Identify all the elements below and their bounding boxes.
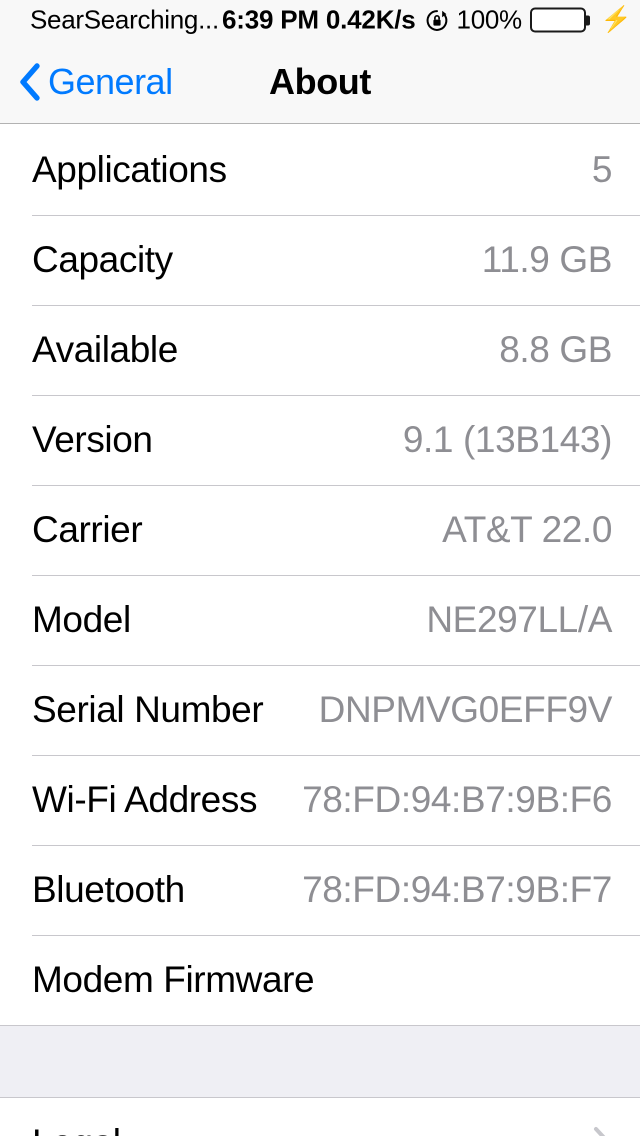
row-value: 5: [591, 149, 613, 190]
about-list: Applications 5 Capacity 11.9 GB Availabl…: [0, 125, 640, 1136]
carrier-status-label: SearSearching...: [30, 4, 219, 35]
list-item-legal[interactable]: Legal: [0, 1098, 640, 1136]
page-title: About: [269, 60, 371, 102]
row-value: 78:FD:94:B7:9B:F6: [302, 779, 612, 820]
list-item-wifi-address[interactable]: Wi-Fi Address 78:FD:94:B7:9B:F6: [0, 755, 640, 845]
settings-about-screen: SearSearching... 6:39 PM 0.42K/s 100% ⚡: [0, 0, 640, 1136]
row-label: Bluetooth: [32, 869, 185, 910]
lightning-bolt-icon: ⚡: [600, 5, 632, 34]
device-info-group: Applications 5 Capacity 11.9 GB Availabl…: [0, 125, 640, 1025]
legal-group: Legal: [0, 1098, 640, 1136]
rotation-lock-icon: [425, 8, 449, 32]
list-item-capacity[interactable]: Capacity 11.9 GB: [0, 215, 640, 305]
clock-and-network-speed-label: 6:39 PM 0.42K/s: [222, 4, 416, 35]
status-bar: SearSearching... 6:39 PM 0.42K/s 100% ⚡: [0, 0, 640, 40]
row-value: 11.9 GB: [481, 239, 613, 280]
row-label: Modem Firmware: [32, 959, 315, 1000]
list-item-modem-firmware[interactable]: Modem Firmware: [0, 935, 640, 1025]
list-item-model[interactable]: Model NE297LL/A: [0, 575, 640, 665]
battery-percentage-label: 100%: [456, 4, 523, 35]
row-label: Carrier: [32, 509, 143, 550]
list-item-carrier[interactable]: Carrier AT&T 22.0: [0, 485, 640, 575]
row-value: AT&T 22.0: [442, 509, 612, 550]
row-label: Legal: [32, 1122, 121, 1136]
row-value: 78:FD:94:B7:9B:F7: [302, 869, 612, 910]
row-label: Serial Number: [32, 689, 264, 730]
row-value: 9.1 (13B143): [402, 419, 613, 460]
row-value: DNPMVG0EFF9V: [318, 689, 613, 730]
row-label: Model: [32, 599, 131, 640]
row-label: Wi-Fi Address: [32, 779, 258, 820]
section-separator-gap: [0, 1025, 640, 1098]
list-item-version[interactable]: Version 9.1 (13B143): [0, 395, 640, 485]
row-label: Available: [32, 329, 178, 370]
row-label: Version: [32, 419, 153, 460]
row-value: NE297LL/A: [426, 599, 612, 640]
list-item-available[interactable]: Available 8.8 GB: [0, 305, 640, 395]
row-label: Applications: [32, 149, 227, 190]
row-label: Capacity: [32, 239, 173, 280]
list-item-bluetooth[interactable]: Bluetooth 78:FD:94:B7:9B:F7: [0, 845, 640, 935]
navigation-bar: General About: [0, 40, 640, 124]
battery-full-icon: [529, 7, 590, 33]
list-item-serial-number[interactable]: Serial Number DNPMVG0EFF9V: [0, 665, 640, 755]
status-bar-right-cluster: 100% ⚡: [425, 5, 632, 36]
chevron-right-icon: [592, 1126, 612, 1136]
row-value: 8.8 GB: [499, 329, 612, 370]
list-item-applications[interactable]: Applications 5: [0, 125, 640, 215]
